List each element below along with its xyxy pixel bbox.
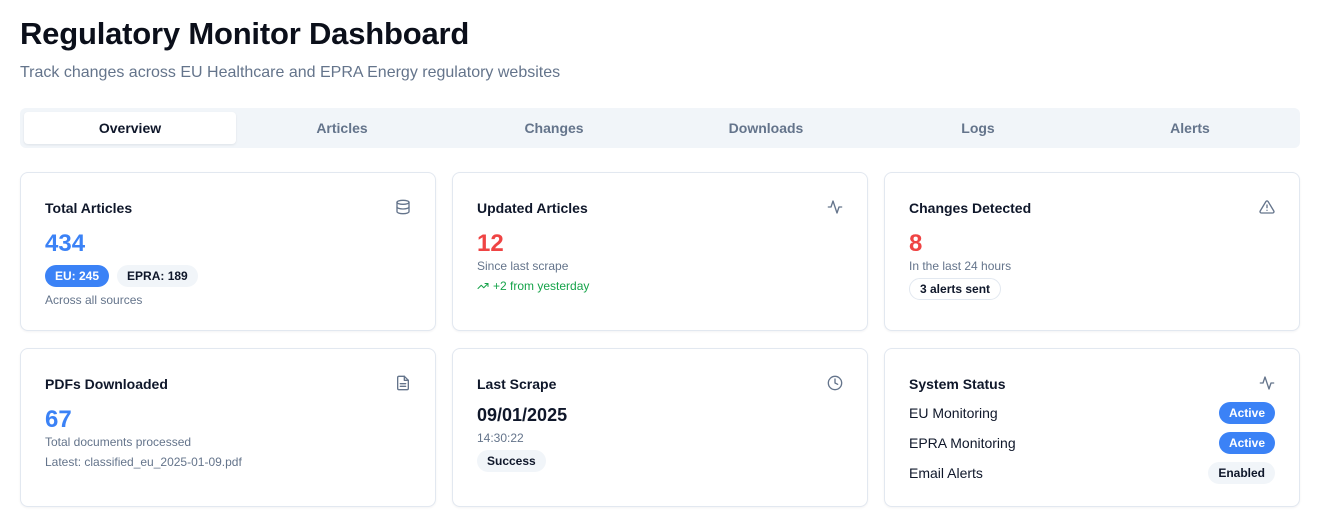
activity-icon bbox=[827, 199, 843, 215]
card-title: Total Articles bbox=[45, 200, 133, 216]
changes-detected-card: Changes Detected 8 In the last 24 hours … bbox=[884, 172, 1300, 331]
pdfs-downloaded-value: 67 bbox=[45, 406, 72, 433]
page-title: Regulatory Monitor Dashboard bbox=[20, 16, 470, 51]
updated-articles-value: 12 bbox=[477, 230, 504, 257]
total-articles-card: Total Articles 434 EU: 245 EPRA: 189 Acr… bbox=[20, 172, 436, 331]
card-title: Changes Detected bbox=[909, 200, 1032, 216]
alert-triangle-icon bbox=[1259, 199, 1275, 215]
status-label: EPRA Monitoring bbox=[909, 435, 1016, 451]
card-title: Last Scrape bbox=[477, 376, 557, 392]
last-scrape-date: 09/01/2025 bbox=[477, 405, 568, 425]
status-label: EU Monitoring bbox=[909, 405, 998, 421]
tab-downloads[interactable]: Downloads bbox=[660, 112, 872, 144]
scrape-status-badge: Success bbox=[477, 450, 546, 472]
status-badge: Active bbox=[1218, 402, 1275, 424]
system-status-card: System Status EU Monitoring Active EPRA … bbox=[884, 348, 1300, 507]
activity-icon bbox=[1259, 375, 1275, 391]
status-label: Email Alerts bbox=[909, 465, 983, 481]
tab-overview[interactable]: Overview bbox=[24, 112, 236, 144]
trending-up-icon bbox=[477, 280, 489, 292]
card-caption: Since last scrape bbox=[477, 259, 569, 273]
status-badge: Active bbox=[1218, 432, 1275, 454]
card-title: PDFs Downloaded bbox=[45, 376, 168, 392]
pdfs-downloaded-card: PDFs Downloaded 67 Total documents proce… bbox=[20, 348, 436, 507]
status-row-epra: EPRA Monitoring Active bbox=[909, 432, 1275, 454]
card-caption: Across all sources bbox=[45, 293, 143, 307]
card-title: Updated Articles bbox=[477, 200, 588, 216]
last-scrape-time: 14:30:22 bbox=[477, 431, 524, 445]
card-caption: Total documents processed bbox=[45, 435, 192, 449]
card-caption: In the last 24 hours bbox=[909, 259, 1012, 273]
tab-logs[interactable]: Logs bbox=[872, 112, 1084, 144]
epra-count-badge: EPRA: 189 bbox=[117, 265, 198, 287]
updated-articles-card: Updated Articles 12 Since last scrape +2… bbox=[452, 172, 868, 331]
alerts-sent-badge: 3 alerts sent bbox=[909, 278, 1002, 300]
trend-text: +2 from yesterday bbox=[493, 279, 590, 293]
status-badge: Enabled bbox=[1208, 462, 1275, 484]
card-title: System Status bbox=[909, 376, 1006, 392]
page-subtitle: Track changes across EU Healthcare and E… bbox=[20, 64, 561, 81]
last-scrape-card: Last Scrape 09/01/2025 14:30:22 Success bbox=[452, 348, 868, 507]
status-row-email: Email Alerts Enabled bbox=[909, 462, 1275, 484]
changes-detected-value: 8 bbox=[909, 230, 923, 257]
tab-changes[interactable]: Changes bbox=[448, 112, 660, 144]
clock-icon bbox=[827, 375, 843, 391]
status-row-eu: EU Monitoring Active bbox=[909, 402, 1275, 424]
tab-alerts[interactable]: Alerts bbox=[1084, 112, 1296, 144]
total-articles-value: 434 bbox=[45, 230, 86, 257]
trend-indicator: +2 from yesterday bbox=[477, 279, 589, 293]
file-text-icon bbox=[395, 375, 411, 391]
eu-count-badge: EU: 245 bbox=[45, 265, 110, 287]
latest-file: Latest: classified_eu_2025-01-09.pdf bbox=[45, 455, 242, 469]
tab-bar: Overview Articles Changes Downloads Logs… bbox=[20, 108, 1300, 148]
database-icon bbox=[395, 199, 411, 215]
tab-articles[interactable]: Articles bbox=[236, 112, 448, 144]
